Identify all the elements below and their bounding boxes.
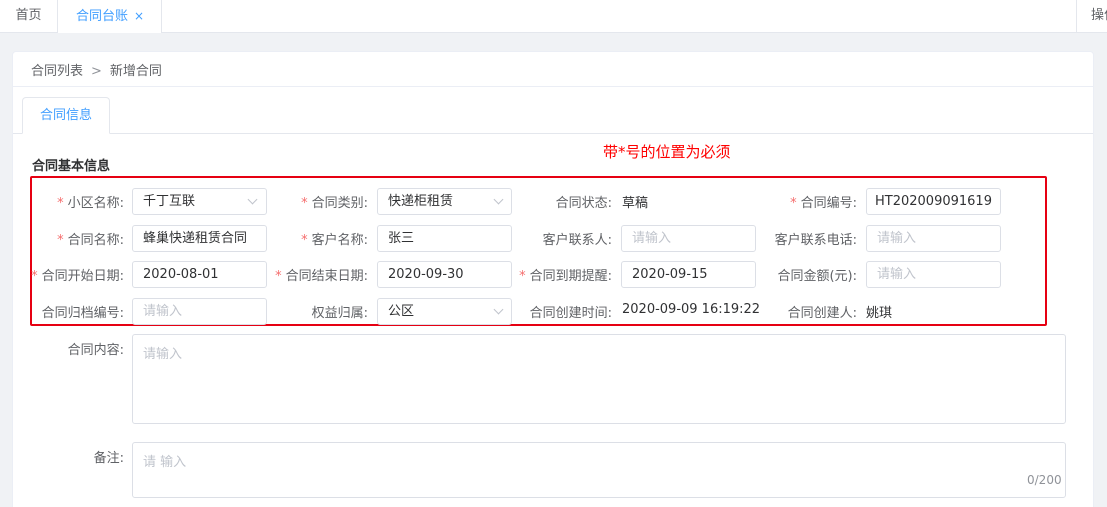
- end-date-label: * 合同结束日期:: [275, 269, 368, 284]
- contract-content-label: 合同内容:: [67, 343, 124, 358]
- tab-operations[interactable]: 操作: [1076, 0, 1107, 33]
- expiry-reminder-field[interactable]: 2020-09-15: [621, 261, 756, 288]
- contract-number-field[interactable]: HT202009091619: [866, 188, 1001, 215]
- remark-char-counter: 0/200: [1027, 473, 1062, 487]
- contract-name-field[interactable]: 蜂巢快递租赁合同: [132, 225, 267, 252]
- contract-status-label: 合同状态:: [555, 196, 612, 211]
- creator-value: 姚琪: [866, 306, 893, 321]
- contract-content-textarea[interactable]: [132, 334, 1066, 424]
- contract-number-label: * 合同编号:: [790, 196, 857, 211]
- required-notice: 带*号的位置为必须: [603, 143, 731, 161]
- breadcrumb: 合同列表 > 新增合同: [31, 60, 162, 79]
- remark-label: 备注:: [93, 451, 124, 466]
- close-icon[interactable]: ×: [134, 9, 144, 23]
- customer-contact-label: 客户联系人:: [542, 233, 612, 248]
- breadcrumb-contract-list[interactable]: 合同列表: [31, 64, 83, 79]
- start-date-field[interactable]: 2020-08-01: [132, 261, 267, 288]
- tab-divider: [13, 133, 1093, 134]
- expiry-reminder-label: * 合同到期提醒:: [519, 269, 612, 284]
- breadcrumb-separator: >: [91, 64, 102, 79]
- customer-phone-input[interactable]: [866, 225, 1001, 252]
- creator-label: 合同创建人:: [787, 306, 857, 321]
- contract-type-label: * 合同类别:: [301, 196, 368, 211]
- rights-select[interactable]: 公区: [377, 298, 512, 325]
- top-tab-bar: 首页 合同台账 × 操作: [0, 0, 1107, 33]
- contract-amount-input[interactable]: [866, 261, 1001, 288]
- breadcrumb-current: 新增合同: [109, 64, 162, 79]
- customer-name-field[interactable]: 张三: [377, 225, 512, 252]
- rights-label: 权益归属:: [311, 306, 368, 321]
- start-date-label: * 合同开始日期:: [31, 269, 124, 284]
- community-select[interactable]: 千丁互联: [132, 188, 267, 215]
- archive-number-label: 合同归档编号:: [41, 306, 124, 321]
- contract-status-value: 草稿: [622, 196, 649, 211]
- section-title: 合同基本信息: [32, 159, 111, 174]
- tab-contract-info[interactable]: 合同信息: [22, 97, 110, 134]
- customer-contact-input[interactable]: [621, 225, 756, 252]
- contract-amount-label: 合同金额(元):: [777, 269, 857, 284]
- contract-type-select[interactable]: 快递柜租赁: [377, 188, 512, 215]
- contract-name-label: * 合同名称:: [57, 233, 124, 248]
- remark-textarea[interactable]: [132, 442, 1066, 498]
- end-date-field[interactable]: 2020-09-30: [377, 261, 512, 288]
- tab-home[interactable]: 首页: [0, 0, 58, 33]
- customer-phone-label: 客户联系电话:: [774, 233, 857, 248]
- customer-name-label: * 客户名称:: [301, 233, 368, 248]
- tab-contract-ledger[interactable]: 合同台账 ×: [58, 0, 162, 33]
- created-time-value: 2020-09-09 16:19:22: [622, 302, 761, 317]
- created-time-label: 合同创建时间:: [529, 306, 612, 321]
- community-label: * 小区名称:: [57, 196, 124, 211]
- tab-contract-ledger-label: 合同台账: [76, 9, 129, 24]
- breadcrumb-divider: [13, 86, 1093, 87]
- archive-number-input[interactable]: [132, 298, 267, 325]
